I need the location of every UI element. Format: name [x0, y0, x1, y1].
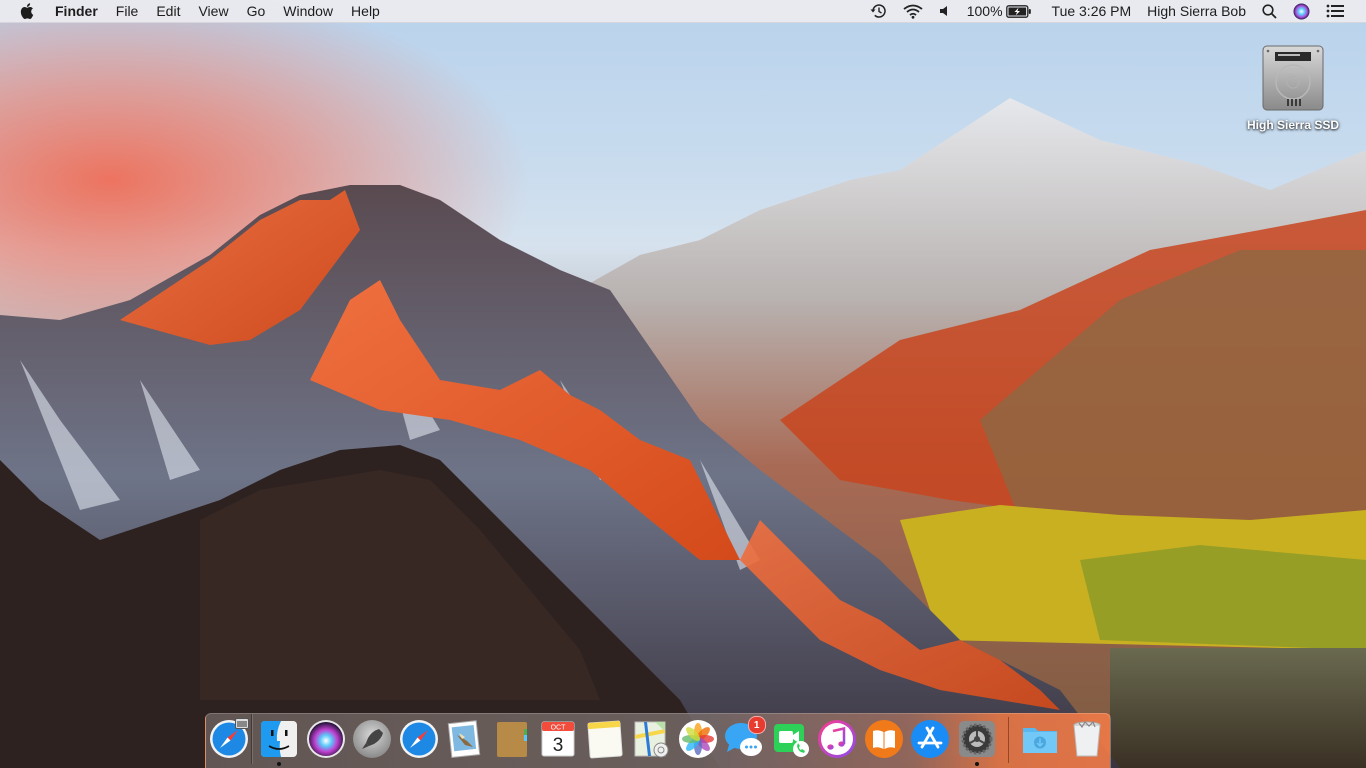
battery-menu[interactable]	[1005, 0, 1040, 22]
menu-view[interactable]: View	[189, 0, 237, 22]
itunes-icon	[818, 720, 857, 758]
dock-item-system-preferences[interactable]	[954, 719, 1001, 767]
finder-icon	[261, 721, 298, 757]
siri-icon	[1293, 3, 1310, 19]
launchpad-icon	[353, 720, 392, 758]
dock-item-downloads[interactable]	[1017, 719, 1064, 767]
hard-drive-icon	[1262, 45, 1324, 111]
dock-item-ibooks[interactable]	[861, 719, 908, 767]
dock-item-calendar[interactable]: OCT 3	[535, 719, 582, 767]
photos-icon	[678, 720, 717, 758]
dock-item-contacts[interactable]	[489, 719, 536, 767]
dock-separator	[1008, 717, 1009, 763]
desktop-wallpaper	[0, 0, 1366, 768]
menu-bar: Finder File Edit View Go Window Help 100…	[0, 0, 1366, 23]
volume-icon	[939, 6, 947, 16]
calendar-icon: OCT 3	[541, 721, 575, 757]
menu-file[interactable]: File	[107, 0, 148, 22]
dock-item-trash[interactable]	[1064, 719, 1111, 767]
menu-window[interactable]: Window	[274, 0, 342, 22]
time-machine-icon	[870, 4, 886, 18]
dock-item-notes[interactable]	[582, 719, 629, 767]
wifi-icon	[903, 4, 923, 19]
app-store-icon	[911, 720, 950, 758]
battery-charging-icon	[1005, 4, 1031, 18]
ibooks-icon	[864, 720, 903, 758]
menu-edit[interactable]: Edit	[147, 0, 189, 22]
menu-app-finder[interactable]: Finder	[46, 0, 107, 22]
dock-item-maps[interactable]	[628, 719, 675, 767]
dock-item-finder[interactable]	[256, 719, 303, 767]
apple-menu[interactable]	[0, 3, 46, 19]
dock-item-facetime[interactable]	[768, 719, 815, 767]
running-indicator	[277, 762, 282, 766]
calendar-day: 3	[553, 735, 564, 756]
downloads-folder-icon	[1023, 728, 1058, 753]
dock-item-itunes[interactable]	[814, 719, 861, 767]
maps-icon	[634, 721, 669, 758]
facetime-icon	[773, 724, 809, 757]
menu-help[interactable]: Help	[342, 0, 389, 22]
messages-unread-badge: 1	[747, 716, 766, 734]
notification-center-button[interactable]	[1318, 0, 1352, 22]
system-preferences-icon	[958, 721, 995, 757]
battery-percent[interactable]: 100%	[959, 0, 1006, 22]
siri-icon	[306, 720, 345, 758]
window-thumbnail-icon	[235, 718, 250, 729]
siri-button[interactable]	[1285, 0, 1318, 22]
dock-item-mail[interactable]	[442, 719, 489, 767]
dock-item-photos[interactable]	[675, 719, 722, 767]
desktop-icon-high-sierra-ssd[interactable]: High Sierra SSD	[1238, 44, 1348, 132]
mountain-landscape	[0, 98, 1366, 768]
trash-icon	[1073, 720, 1101, 757]
time-machine-menu[interactable]	[861, 0, 895, 22]
notes-icon	[587, 720, 623, 759]
dock-item-app-store[interactable]	[907, 719, 954, 767]
dock-item-messages[interactable]: 1	[721, 716, 768, 767]
running-indicator	[974, 762, 979, 766]
desktop-icon-label: High Sierra SSD	[1246, 118, 1340, 132]
dock: OCT 3 1	[205, 713, 1111, 768]
notification-center-icon	[1326, 4, 1344, 18]
dock-item-siri[interactable]	[303, 719, 350, 767]
mail-icon	[448, 720, 481, 759]
dock-item-safari-window[interactable]	[206, 718, 251, 759]
menu-clock[interactable]: Tue 3:26 PM	[1040, 0, 1140, 22]
dock-item-safari[interactable]	[396, 719, 443, 767]
menu-go[interactable]: Go	[238, 0, 275, 22]
volume-menu[interactable]	[931, 0, 959, 22]
fast-user-switch[interactable]: High Sierra Bob	[1139, 0, 1254, 22]
calendar-month: OCT	[551, 725, 567, 732]
wifi-menu[interactable]	[895, 0, 931, 22]
apple-icon	[20, 3, 34, 19]
contacts-icon	[496, 722, 527, 757]
spotlight-search-icon	[1262, 3, 1277, 19]
dock-item-launchpad[interactable]	[349, 719, 396, 767]
safari-icon	[399, 720, 438, 758]
spotlight-button[interactable]	[1254, 0, 1285, 22]
